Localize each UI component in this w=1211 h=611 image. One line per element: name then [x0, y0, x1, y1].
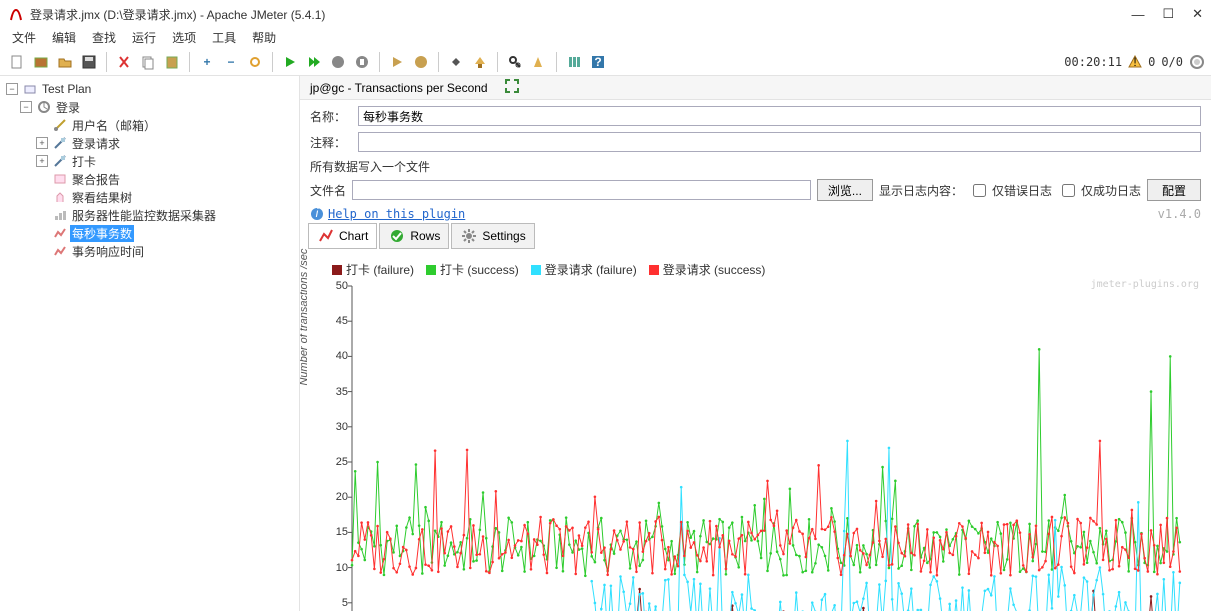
start-button[interactable]: [279, 51, 301, 73]
error-count: 0: [1148, 55, 1155, 69]
maximize-button[interactable]: ☐: [1162, 6, 1174, 22]
expand-button[interactable]: +: [196, 51, 218, 73]
filename-input[interactable]: [352, 180, 811, 200]
content-pane: jp@gc - Transactions per Second 名称： 注释： …: [300, 76, 1211, 611]
comment-input[interactable]: [358, 132, 1201, 152]
svg-text:?: ?: [594, 55, 601, 69]
tree-thread-group[interactable]: − 登录: [2, 98, 297, 116]
menu-file[interactable]: 文件: [6, 28, 42, 48]
reset-search-button[interactable]: [528, 51, 550, 73]
cut-button[interactable]: [113, 51, 135, 73]
remote-stop-button[interactable]: [410, 51, 432, 73]
search-button[interactable]: [504, 51, 526, 73]
tree-item[interactable]: +登录请求: [2, 134, 297, 152]
thread-count: 0/0: [1161, 55, 1183, 69]
close-button[interactable]: ✕: [1192, 6, 1203, 22]
browse-button[interactable]: 浏览...: [817, 179, 873, 201]
function-helper-button[interactable]: [563, 51, 585, 73]
new-button[interactable]: [6, 51, 28, 73]
tree-item-selected[interactable]: 每秒事务数: [2, 224, 297, 242]
tree-item[interactable]: 用户名（邮箱）: [2, 116, 297, 134]
menu-bar: 文件 编辑 查找 运行 选项 工具 帮助: [0, 28, 1211, 48]
minimize-button[interactable]: —: [1131, 7, 1144, 22]
tree-root[interactable]: − Test Plan: [2, 80, 297, 98]
label-log-display: 显示日志内容：: [879, 182, 963, 199]
expand-chart-icon[interactable]: [504, 78, 520, 97]
menu-help[interactable]: 帮助: [246, 28, 282, 48]
tree-item[interactable]: 事务响应时间: [2, 242, 297, 260]
tab-chart[interactable]: Chart: [308, 223, 377, 249]
panel-header: jp@gc - Transactions per Second: [300, 76, 1211, 100]
menu-edit[interactable]: 编辑: [46, 28, 82, 48]
shutdown-button[interactable]: [351, 51, 373, 73]
templates-button[interactable]: [30, 51, 52, 73]
name-input[interactable]: [358, 106, 1201, 126]
label-errors-only: 仅错误日志: [992, 182, 1052, 199]
errors-only-checkbox[interactable]: [973, 184, 986, 197]
label-filename: 文件名: [310, 182, 346, 199]
info-icon: i: [310, 207, 324, 221]
success-only-checkbox[interactable]: [1062, 184, 1075, 197]
menu-search[interactable]: 查找: [86, 28, 122, 48]
svg-text:i: i: [316, 207, 319, 220]
remote-start-button[interactable]: [386, 51, 408, 73]
panel-id: jp@gc - Transactions per Second: [310, 81, 488, 95]
threads-gauge-icon: [1189, 54, 1205, 70]
paste-button[interactable]: [161, 51, 183, 73]
start-no-pause-button[interactable]: [303, 51, 325, 73]
plugin-version: v1.4.0: [1158, 207, 1201, 221]
label-success-only: 仅成功日志: [1081, 182, 1141, 199]
label-name: 名称：: [310, 108, 352, 125]
chart-area: 打卡 (failure) 打卡 (success) 登录请求 (failure)…: [300, 253, 1211, 611]
jmeter-icon: [8, 6, 24, 22]
collapse-button[interactable]: −: [220, 51, 242, 73]
toggle-button[interactable]: [244, 51, 266, 73]
help-link[interactable]: Help on this plugin: [328, 207, 465, 221]
menu-options[interactable]: 选项: [166, 28, 202, 48]
warning-icon: !: [1128, 55, 1142, 69]
tree-item[interactable]: 察看结果树: [2, 188, 297, 206]
chart-plot: [308, 282, 1188, 611]
save-button[interactable]: [78, 51, 100, 73]
tab-rows[interactable]: Rows: [379, 223, 449, 249]
elapsed-time: 00:20:11: [1064, 55, 1122, 69]
clear-button[interactable]: [445, 51, 467, 73]
tree-item[interactable]: +打卡: [2, 152, 297, 170]
label-comment: 注释：: [310, 134, 352, 151]
tree-item[interactable]: 服务器性能监控数据采集器: [2, 206, 297, 224]
open-button[interactable]: [54, 51, 76, 73]
clear-all-button[interactable]: [469, 51, 491, 73]
menu-tools[interactable]: 工具: [206, 28, 242, 48]
tab-settings[interactable]: Settings: [451, 223, 534, 249]
titlebar: 登录请求.jmx (D:\登录请求.jmx) - Apache JMeter (…: [0, 0, 1211, 28]
file-heading: 所有数据写入一个文件: [310, 158, 1201, 175]
tree-item[interactable]: 聚合报告: [2, 170, 297, 188]
svg-text:!: !: [1133, 55, 1136, 69]
toolbar: + − ? 00:20:11 ! 0 0/0: [0, 48, 1211, 76]
test-plan-tree[interactable]: − Test Plan − 登录 用户名（邮箱） +登录请求 +打卡 聚合报告 …: [0, 76, 300, 611]
window-title: 登录请求.jmx (D:\登录请求.jmx) - Apache JMeter (…: [30, 6, 1131, 23]
help-button[interactable]: ?: [587, 51, 609, 73]
copy-button[interactable]: [137, 51, 159, 73]
stop-button[interactable]: [327, 51, 349, 73]
configure-button[interactable]: 配置: [1147, 179, 1201, 201]
chart-legend: 打卡 (failure) 打卡 (success) 登录请求 (failure)…: [308, 257, 1203, 282]
menu-run[interactable]: 运行: [126, 28, 162, 48]
